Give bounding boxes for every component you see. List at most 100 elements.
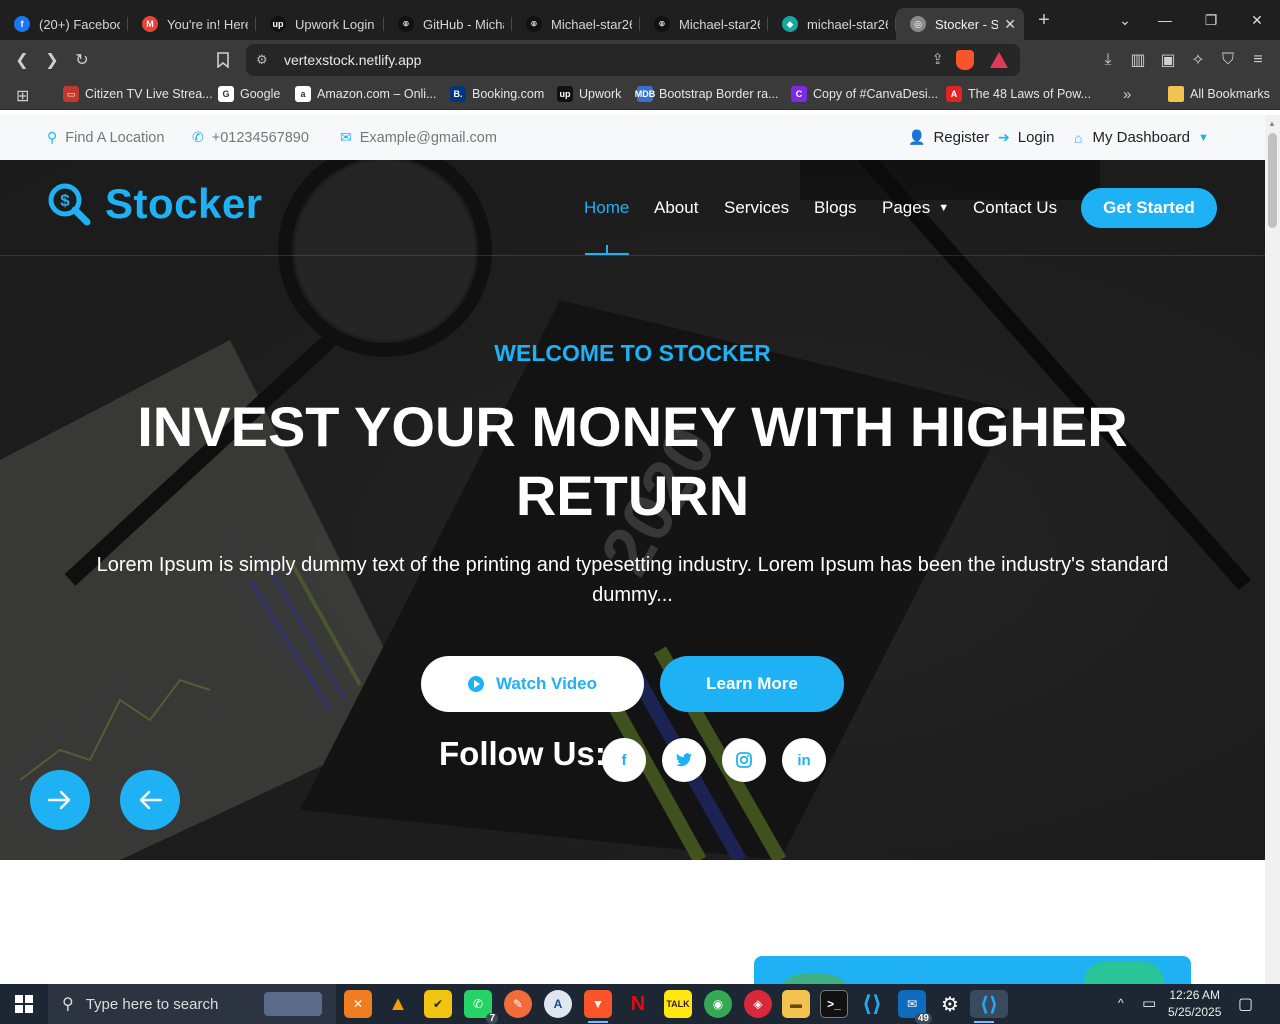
user-icon: 👤 (908, 129, 926, 145)
facebook-link[interactable]: f (602, 738, 646, 782)
wallet-icon[interactable]: ▣ (1156, 48, 1180, 72)
upwork-icon: up (270, 16, 286, 32)
network-icon[interactable]: ▭ (1142, 994, 1156, 1024)
nav-pages-dropdown[interactable]: Pages ▼ (882, 198, 949, 218)
register-link[interactable]: 👤 Register (908, 129, 989, 146)
address-bar[interactable]: ⚙ vertexstock.netlify.app ⇪ (246, 44, 1020, 76)
instagram-link[interactable] (722, 738, 766, 782)
notification-icon[interactable]: ▢ (1238, 994, 1253, 1024)
apps-grid-icon[interactable]: ⊞ (16, 86, 29, 106)
browser-tab[interactable]: f (20+) Facebook (0, 8, 128, 40)
browser-tab[interactable]: ◆ michael-star26 (768, 8, 896, 40)
page-scrollbar[interactable]: ▲ (1265, 115, 1280, 984)
watch-video-button[interactable]: Watch Video (421, 656, 644, 712)
site-logo[interactable]: $ Stocker (47, 180, 263, 228)
search-icon: ⚲ (62, 996, 74, 1013)
login-link[interactable]: ➔ Login (998, 129, 1054, 146)
brave-shields-icon[interactable] (956, 50, 974, 70)
get-started-button[interactable]: Get Started (1081, 188, 1217, 228)
mail-icon[interactable]: ✉ 49 (898, 990, 932, 1024)
sidebar-icon[interactable]: ▥ (1126, 48, 1150, 72)
leo-ai-icon[interactable]: ✧ (1186, 48, 1210, 72)
nav-services[interactable]: Services (724, 198, 789, 218)
carousel-next-button[interactable] (30, 770, 90, 830)
brave-browser-icon[interactable]: ▼ (584, 990, 612, 1023)
close-window-button[interactable]: ✕ (1234, 0, 1280, 40)
windows-taskbar: ⚲ Type here to search ✕ ▲ ✔ ✆ 7 ✎ A ▼ N T… (0, 984, 1280, 1024)
nav-about[interactable]: About (654, 198, 698, 218)
register-label: Register (933, 129, 990, 146)
browser-tab[interactable]: ◎ Stocker - S ✕ (896, 8, 1024, 40)
browser-tab[interactable]: M You're in! Here (128, 8, 256, 40)
menu-icon[interactable]: ≡ (1246, 48, 1270, 72)
back-icon[interactable]: ❮ (10, 48, 34, 72)
learn-more-button[interactable]: Learn More (660, 656, 844, 712)
download-icon[interactable]: ⤓ (1096, 48, 1120, 72)
tab-title: (20+) Facebook (39, 16, 120, 32)
browser-tab[interactable]: ⌾ Michael-star26 (640, 8, 768, 40)
chrome-icon[interactable]: ◉ (704, 990, 732, 1018)
vlc-icon[interactable]: ▲ (384, 990, 412, 1018)
bookmark-item[interactable]: up Upwork (557, 86, 621, 102)
gmail-icon: M (142, 16, 158, 32)
windows-logo-icon (15, 995, 33, 1013)
maximize-button[interactable]: ❐ (1188, 0, 1234, 40)
minimize-button[interactable]: — (1142, 0, 1188, 40)
xampp-icon[interactable]: ✕ (344, 990, 372, 1018)
tab-title: You're in! Here (167, 16, 248, 32)
linkedin-link[interactable]: in (782, 738, 826, 782)
tray-overflow-icon[interactable]: ^ (1118, 996, 1124, 1024)
bookmark-item[interactable]: B. Booking.com (450, 86, 544, 102)
twitter-link[interactable] (662, 738, 706, 782)
browser-tab[interactable]: ⌾ Michael-star26 (512, 8, 640, 40)
vpn-icon[interactable]: ⛉ (1216, 48, 1240, 72)
share-icon[interactable]: ⇪ (931, 50, 944, 68)
citizen-tv-icon: ▭ (63, 86, 79, 102)
upwork-icon: up (557, 86, 573, 102)
nav-contact[interactable]: Contact Us (973, 198, 1057, 218)
settings-gear-icon[interactable]: ⚙ (936, 990, 964, 1018)
whatsapp-icon[interactable]: ✆ 7 (464, 990, 498, 1024)
reload-icon[interactable]: ↻ (70, 48, 94, 72)
todo-icon[interactable]: ✔ (424, 990, 452, 1018)
nav-blogs[interactable]: Blogs (814, 198, 857, 218)
terminal-icon[interactable]: >_ (820, 990, 848, 1018)
forward-icon[interactable]: ❯ (40, 48, 64, 72)
bookmark-item[interactable]: C Copy of #CanvaDesi... (791, 86, 938, 102)
postman-icon[interactable]: ✎ (504, 990, 532, 1018)
all-bookmarks-folder[interactable]: All Bookmarks (1168, 86, 1270, 102)
bookmark-icon[interactable] (211, 48, 235, 72)
bookmark-item[interactable]: ▭ Citizen TV Live Strea... (63, 86, 213, 102)
scrollbar-thumb[interactable] (1268, 133, 1277, 228)
vscode-icon[interactable]: ⟨⟩ (858, 990, 886, 1018)
find-location-link[interactable]: ⚲ Find A Location (47, 129, 164, 146)
bookmark-item[interactable]: a Amazon.com – Onli... (295, 86, 437, 102)
globe-icon: ◎ (910, 16, 926, 32)
dashboard-dropdown[interactable]: ⌂ My Dashboard ▼ (1074, 129, 1209, 146)
media-app-icon[interactable]: ◈ (744, 990, 772, 1018)
new-tab-button[interactable]: + (1024, 9, 1064, 32)
brave-rewards-icon[interactable] (990, 52, 1008, 68)
close-tab-icon[interactable]: ✕ (1004, 16, 1016, 33)
nav-home[interactable]: Home (584, 198, 629, 218)
start-button[interactable] (0, 984, 48, 1024)
bookmark-label: The 48 Laws of Pow... (968, 87, 1091, 101)
carousel-prev-button[interactable] (120, 770, 180, 830)
site-info-icon[interactable]: ⚙ (256, 52, 268, 68)
clock[interactable]: 12:26 AM 5/25/2025 (1168, 988, 1221, 1024)
email-link[interactable]: ✉ Example@gmail.com (340, 129, 497, 146)
taskbar-search-box[interactable]: ⚲ Type here to search (48, 984, 336, 1024)
kakaotalk-icon[interactable]: TALK (664, 990, 692, 1018)
phone-link[interactable]: ✆ +01234567890 (192, 129, 309, 146)
github-icon: ⌾ (398, 16, 414, 32)
file-explorer-icon[interactable]: ▬ (782, 990, 810, 1018)
browser-tab[interactable]: up Upwork Login (256, 8, 384, 40)
netflix-icon[interactable]: N (624, 990, 652, 1018)
vscode-active-icon[interactable]: ⟨⟩ (970, 990, 1008, 1023)
bookmark-item[interactable]: A The 48 Laws of Pow... (946, 86, 1091, 102)
bookmark-item[interactable]: MDB Bootstrap Border ra... (635, 86, 779, 102)
more-bookmarks-icon[interactable]: » (1123, 86, 1131, 103)
app-store-icon[interactable]: A (544, 990, 572, 1018)
browser-tab[interactable]: ⌾ GitHub - Micha (384, 8, 512, 40)
bookmark-item[interactable]: G Google (218, 86, 280, 102)
